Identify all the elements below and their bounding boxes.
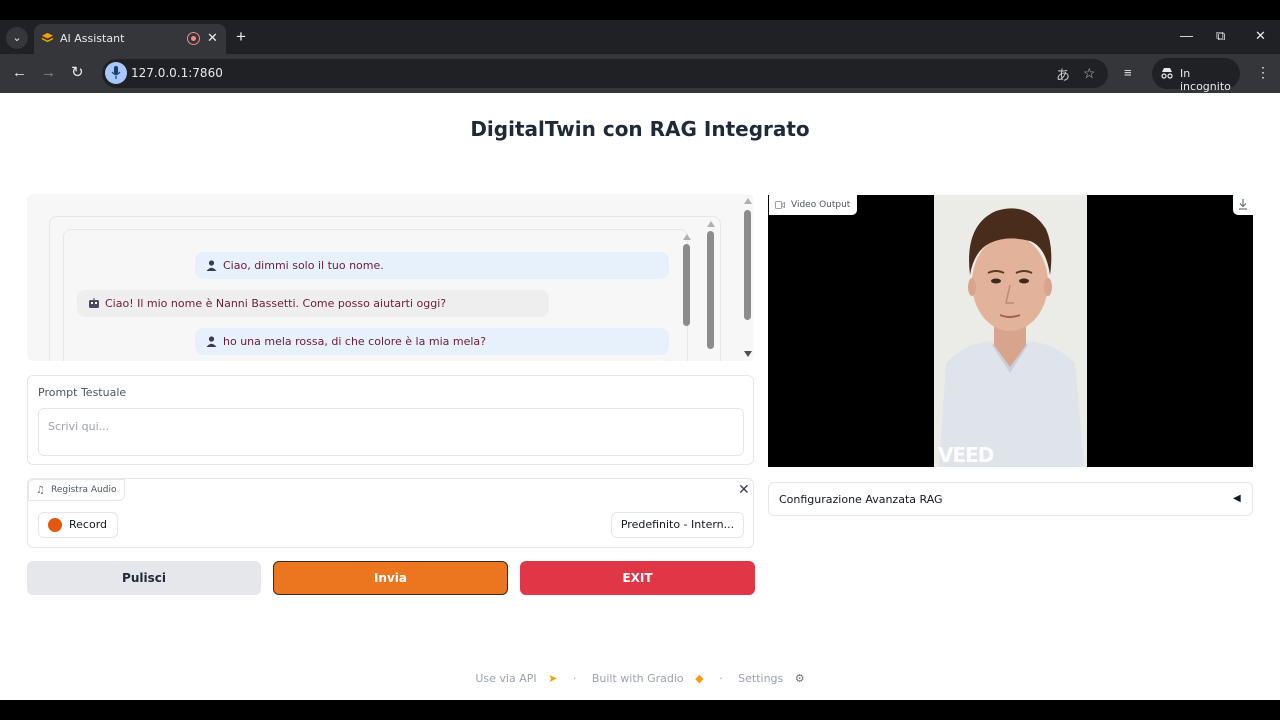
scrollbar-thumb[interactable] <box>744 210 751 320</box>
send-button[interactable]: Invia <box>273 561 508 595</box>
scrollbar-thumb[interactable] <box>707 231 714 349</box>
chatbot-container: Ciao, dimmi solo il tuo nome. Ciao! Il m… <box>49 216 721 361</box>
screen-top-border <box>0 0 1280 20</box>
forward-icon[interactable]: → <box>41 64 56 81</box>
tab-close-icon[interactable]: ✕ <box>207 30 218 46</box>
settings-label: Settings <box>738 672 784 685</box>
built-with-gradio-link[interactable]: Built with Gradio ◆ <box>588 672 708 685</box>
chat-message-text: Ciao! Il mio nome è Nanni Bassetti. Come… <box>105 297 447 310</box>
chatbot-panel: Ciao, dimmi solo il tuo nome. Ciao! Il m… <box>27 194 754 361</box>
robot-icon <box>89 298 99 308</box>
exit-button[interactable]: EXIT <box>520 561 755 595</box>
browser-toolbar: ← → ↻ 127.0.0.1:7860 あ ☆ ≡ In incognito … <box>0 54 1280 93</box>
audio-clear-icon[interactable]: ✕ <box>738 481 750 498</box>
chat-message-bot: Ciao! Il mio nome è Nanni Bassetti. Come… <box>77 290 549 317</box>
footer-separator: · <box>719 672 723 685</box>
scroll-up-arrow-icon[interactable] <box>683 234 691 240</box>
reload-icon[interactable]: ↻ <box>71 64 84 81</box>
browser-tabstrip: ⌄ AI Assistant ✕ + — ⧉ ✕ <box>0 20 1280 54</box>
chat-message-user: Ciao, dimmi solo il tuo nome. <box>195 252 669 279</box>
record-dot-icon <box>48 518 62 532</box>
microphone-in-use-icon[interactable] <box>105 62 127 84</box>
video-output-label-tag: Video Output <box>769 195 858 215</box>
built-with-label: Built with Gradio <box>591 672 684 685</box>
back-icon[interactable]: ← <box>12 64 27 81</box>
user-icon <box>206 336 217 347</box>
video-output-player[interactable]: VEED Video Output <box>768 195 1253 467</box>
incognito-icon <box>1161 68 1173 79</box>
url-text: 127.0.0.1:7860 <box>131 66 223 80</box>
user-icon <box>206 260 217 271</box>
settings-link[interactable]: Settings ⚙ <box>734 672 809 685</box>
tab-title: AI Assistant <box>60 32 125 45</box>
video-frame: VEED <box>934 195 1087 467</box>
video-download-button[interactable] <box>1233 195 1253 215</box>
minimize-icon[interactable]: — <box>1180 28 1193 43</box>
clear-button[interactable]: Pulisci <box>27 561 261 595</box>
incognito-label: In incognito <box>1180 67 1231 93</box>
use-api-label: Use via API <box>475 672 537 685</box>
prompt-input[interactable]: Scrivi qui... <box>38 408 744 456</box>
video-output-label: Video Output <box>791 200 851 210</box>
audio-label: Registra Audio <box>51 485 117 495</box>
bookmark-star-icon[interactable]: ☆ <box>1083 65 1096 82</box>
reading-list-icon[interactable]: ≡ <box>1124 64 1132 81</box>
audio-recorder-panel: ♫ Registra Audio ✕ Record Predefinito - … <box>27 478 754 548</box>
accordion-toggle-icon: ◀ <box>1233 493 1241 504</box>
download-icon <box>1239 199 1247 210</box>
address-bar[interactable]: 127.0.0.1:7860 あ ☆ <box>102 59 1108 88</box>
footer-separator: · <box>572 672 577 685</box>
gradio-favicon-icon <box>41 32 54 43</box>
recording-indicator-icon <box>187 32 200 45</box>
screen-bottom-border <box>0 700 1280 720</box>
scroll-up-arrow-icon[interactable] <box>744 198 752 204</box>
presenter-video-image <box>934 195 1087 467</box>
music-note-icon: ♫ <box>36 485 45 496</box>
prompt-label: Prompt Testuale <box>38 386 127 399</box>
video-watermark: VEED <box>938 443 994 467</box>
tab-search-icon[interactable]: ⌄ <box>6 27 28 49</box>
window-close-icon[interactable]: ✕ <box>1255 28 1266 44</box>
rocket-icon: ➤ <box>548 672 558 685</box>
incognito-indicator[interactable]: In incognito <box>1152 58 1240 93</box>
video-camera-icon <box>775 201 785 209</box>
record-button[interactable]: Record <box>38 512 118 538</box>
record-label: Record <box>69 518 108 531</box>
audio-device-select[interactable]: Predefinito - Intern... <box>611 512 744 538</box>
browser-menu-icon[interactable]: ⋮ <box>1256 64 1270 81</box>
scroll-up-arrow-icon[interactable] <box>707 221 715 227</box>
chat-message-text: ho una mela rossa, di che colore è la mi… <box>223 335 486 348</box>
scrollbar-thumb[interactable] <box>683 244 690 326</box>
scroll-down-arrow-icon[interactable] <box>744 351 752 357</box>
page-title: DigitalTwin con RAG Integrato <box>470 117 810 141</box>
chat-message-user: ho una mela rossa, di che colore è la mi… <box>195 328 669 355</box>
prompt-panel: Prompt Testuale Scrivi qui... <box>27 375 754 465</box>
gradio-logo-icon: ◆ <box>695 672 704 685</box>
chatbot-messages: Ciao, dimmi solo il tuo nome. Ciao! Il m… <box>63 229 691 361</box>
browser-tab[interactable]: AI Assistant ✕ <box>34 24 226 54</box>
restore-icon[interactable]: ⧉ <box>1216 28 1225 44</box>
audio-label-tag: ♫ Registra Audio <box>28 479 126 501</box>
translate-icon[interactable]: あ <box>1056 65 1070 85</box>
app-page: DigitalTwin con RAG Integrato Ciao, dimm… <box>0 93 1280 700</box>
new-tab-icon[interactable]: + <box>236 28 246 45</box>
rag-config-label: Configurazione Avanzata RAG <box>779 493 943 506</box>
chat-message-text: Ciao, dimmi solo il tuo nome. <box>223 259 384 272</box>
gear-icon: ⚙ <box>794 672 805 685</box>
use-api-link[interactable]: Use via API ➤ <box>471 672 561 685</box>
rag-config-accordion[interactable]: Configurazione Avanzata RAG ◀ <box>768 482 1253 516</box>
gradio-footer: Use via API ➤ · Built with Gradio ◆ · Se… <box>0 672 1280 685</box>
